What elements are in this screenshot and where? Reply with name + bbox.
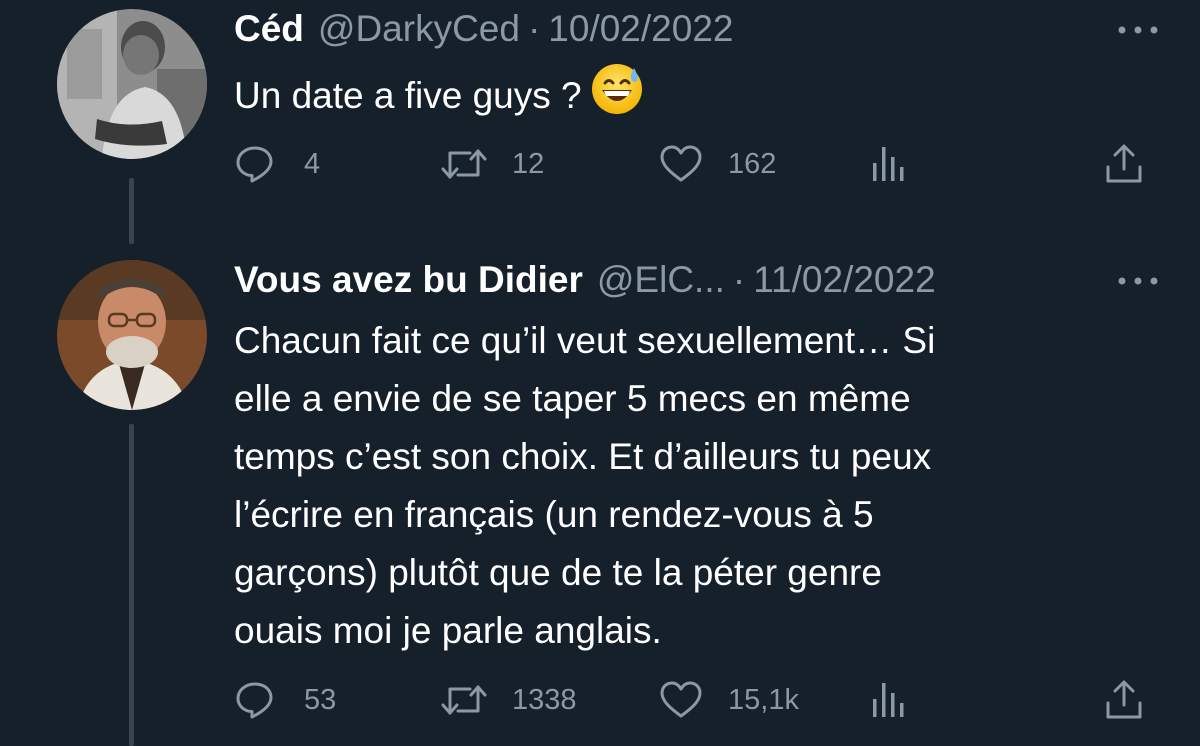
retweet-count: 1338 <box>512 683 577 716</box>
tweet-header: Céd @DarkyCed · 10/02/2022 <box>234 7 733 51</box>
tweet-text-line: l’écrire en français (un rendez-vous à 5 <box>234 494 874 535</box>
display-name[interactable]: Vous avez bu Didier <box>234 258 583 302</box>
like-button[interactable]: 162 <box>658 139 776 189</box>
avatar-didier[interactable] <box>57 260 207 410</box>
thread-view: Céd @DarkyCed · 10/02/2022 Un date a fiv… <box>0 0 1200 746</box>
like-button[interactable]: 15,1k <box>658 675 799 725</box>
tweet-text-line: ouais moi je parle anglais. <box>234 610 662 651</box>
reply-icon <box>236 146 273 183</box>
profile-photo <box>57 260 207 410</box>
analytics-button[interactable] <box>870 139 906 189</box>
tweet-actions: 53 1338 15,1k <box>234 675 1144 725</box>
retweet-icon <box>441 685 487 715</box>
retweet-icon <box>441 149 487 179</box>
more-options-icon[interactable] <box>1116 20 1160 40</box>
share-button[interactable] <box>1104 139 1144 189</box>
tweet-text-line: garçons) plutôt que de te la péter genre <box>234 552 882 593</box>
tweet-text-content: Un date a five guys ? <box>234 75 582 116</box>
more-options-icon[interactable] <box>1116 271 1160 291</box>
separator: · <box>527 8 541 49</box>
thread-connector <box>129 424 134 746</box>
reply-count: 4 <box>304 147 321 180</box>
profile-photo <box>57 9 207 159</box>
tweet-actions: 4 12 162 <box>234 139 1144 189</box>
tweet-header: Vous avez bu Didier @ElC... · 11/02/2022 <box>234 258 936 302</box>
tweet-text: Un date a five guys ? <box>234 62 1134 133</box>
analytics-icon <box>873 147 904 181</box>
retweet-button[interactable]: 12 <box>440 139 544 189</box>
avatar-ced[interactable] <box>57 9 207 159</box>
tweet-text-line: Chacun fait ce qu’il veut sexuellement… … <box>234 320 936 361</box>
thread-connector <box>129 178 134 244</box>
tweet-date[interactable]: 11/02/2022 <box>753 258 935 302</box>
tweet-text-line: temps c’est son choix. Et d’ailleurs tu … <box>234 436 932 477</box>
tweet-text: Chacun fait ce qu’il veut sexuellement… … <box>234 312 1134 660</box>
separator: · <box>732 259 746 300</box>
reply-count: 53 <box>304 683 337 716</box>
retweet-button[interactable]: 1338 <box>440 675 577 725</box>
retweet-count: 12 <box>512 147 545 180</box>
like-icon <box>660 145 702 182</box>
analytics-button[interactable] <box>870 675 906 725</box>
analytics-icon <box>873 683 904 717</box>
display-name[interactable]: Céd <box>234 7 304 51</box>
reply-icon <box>236 682 273 719</box>
tweet-text-line: elle a envie de se taper 5 mecs en même <box>234 378 911 419</box>
like-count: 162 <box>728 147 777 180</box>
share-icon <box>1106 144 1142 183</box>
user-handle[interactable]: @ElC... <box>597 258 725 302</box>
reply-button[interactable]: 4 <box>234 139 320 189</box>
reply-button[interactable]: 53 <box>234 675 336 725</box>
like-icon <box>660 681 702 718</box>
tweet-date[interactable]: 10/02/2022 <box>548 7 733 51</box>
user-handle[interactable]: @DarkyCed <box>318 7 520 51</box>
share-icon <box>1106 680 1142 719</box>
share-button[interactable] <box>1104 675 1144 725</box>
grinning-sweat-emoji-icon <box>590 62 644 133</box>
like-count: 15,1k <box>728 683 799 716</box>
